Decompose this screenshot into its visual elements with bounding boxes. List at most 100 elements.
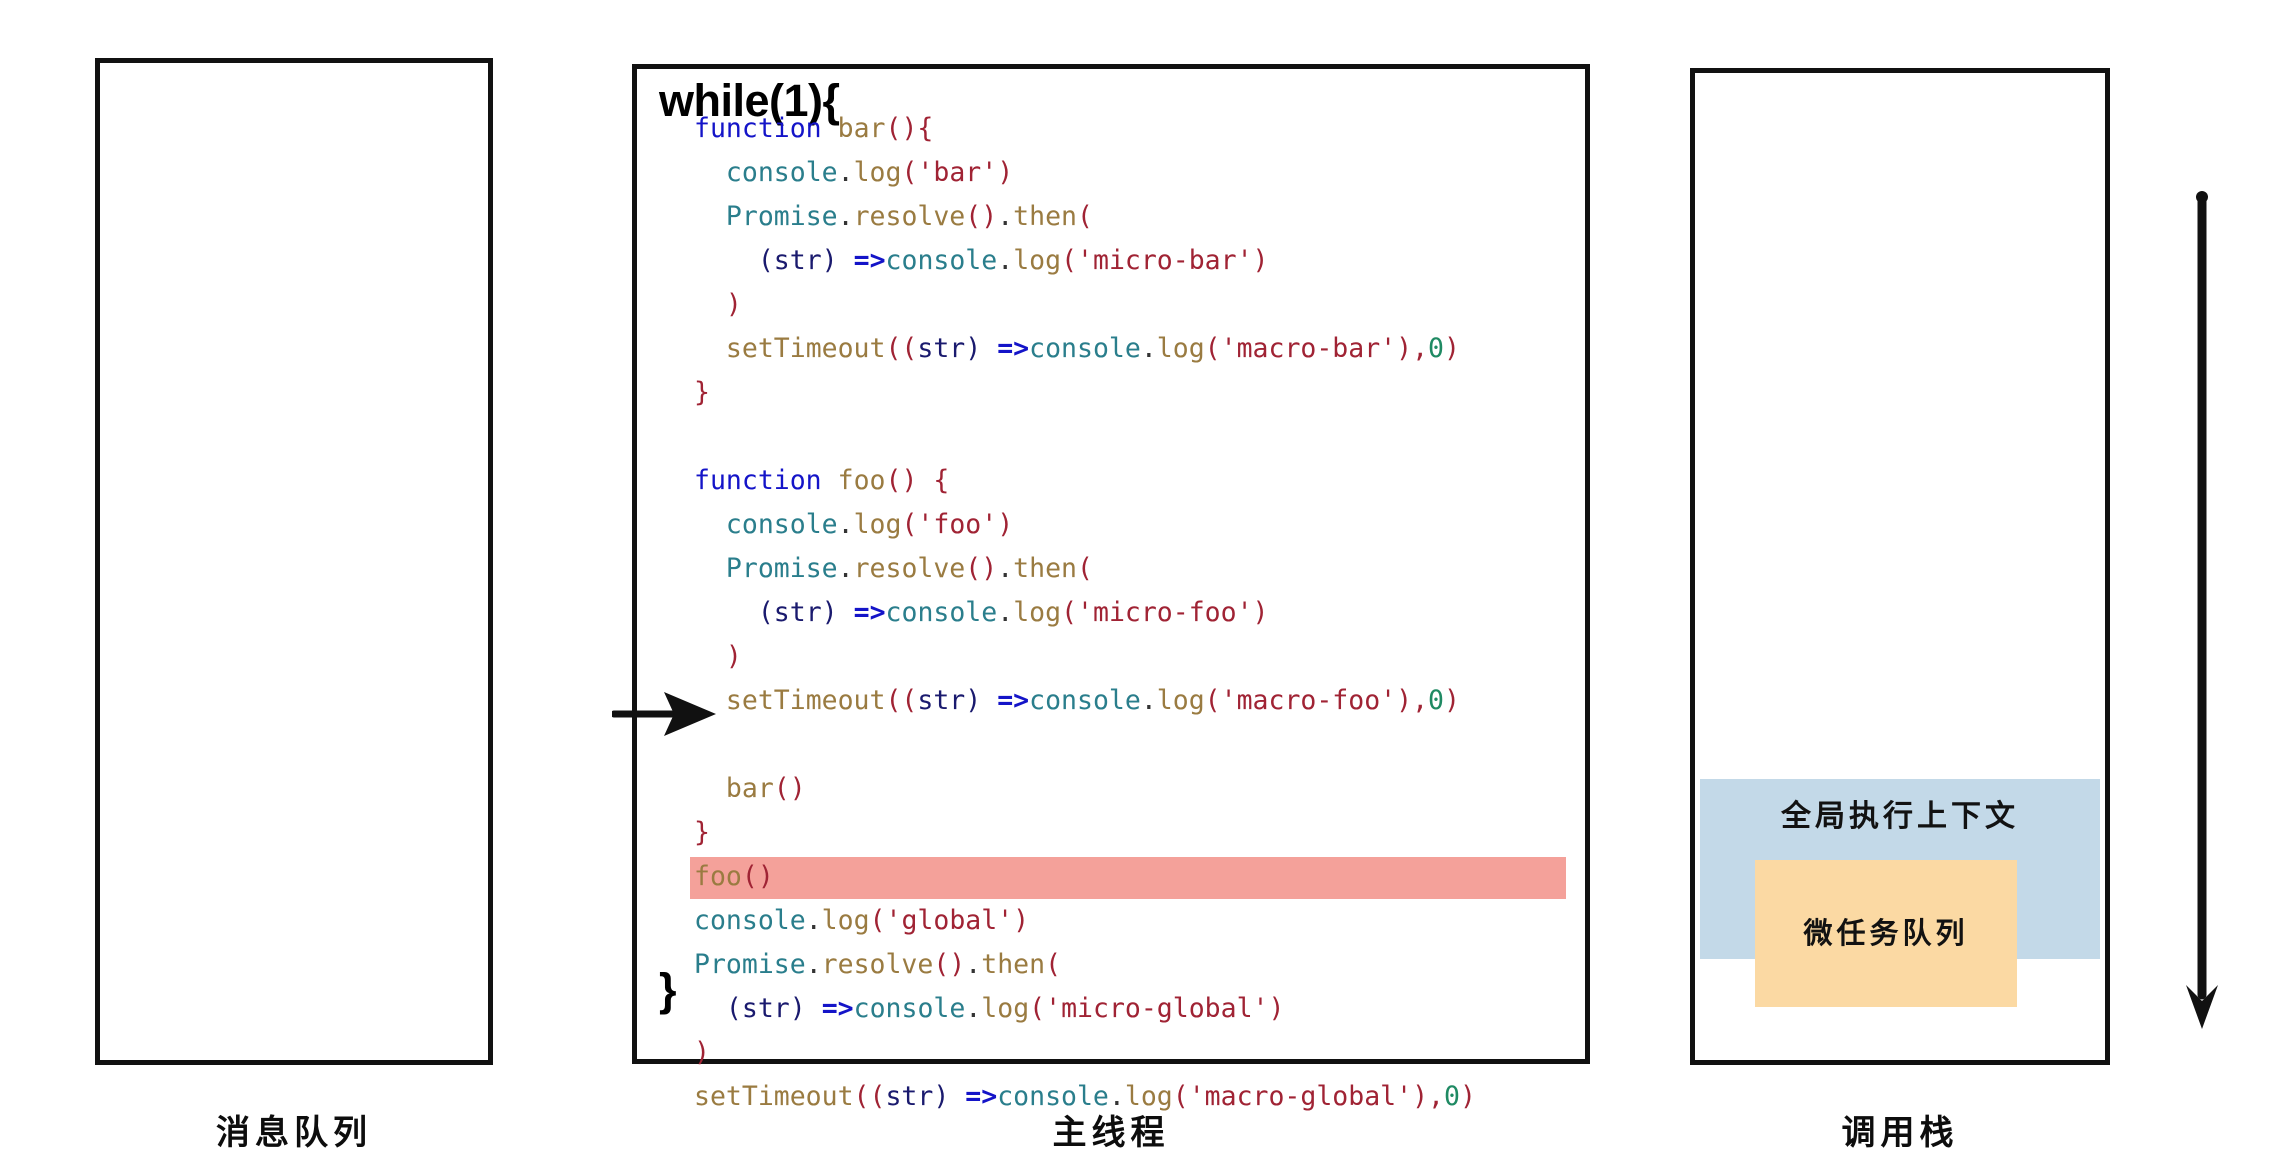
code-token: ( bbox=[1061, 597, 1078, 628]
call-stack-caption: 调用栈 bbox=[1841, 1113, 1959, 1153]
code-token: . bbox=[837, 553, 854, 584]
code-token: log bbox=[853, 157, 902, 188]
code-line: setTimeout((str) =>console.log('macro-ba… bbox=[694, 327, 1594, 371]
code-token: . bbox=[965, 993, 982, 1024]
code-token: ) bbox=[997, 509, 1014, 540]
code-token: log bbox=[1156, 685, 1205, 716]
code-token: 'micro-global' bbox=[1045, 993, 1269, 1024]
code-token: 0 bbox=[1444, 1081, 1460, 1112]
code-token: str bbox=[773, 245, 822, 276]
code-token: function bbox=[694, 113, 822, 144]
code-token: foo bbox=[837, 465, 886, 496]
code-token: bar bbox=[725, 773, 774, 804]
code-token: 'micro-foo' bbox=[1077, 597, 1253, 628]
code-token: ) bbox=[1444, 685, 1460, 716]
code-block: function bar(){ console.log('bar') Promi… bbox=[690, 107, 1594, 1119]
code-token: 'bar' bbox=[917, 157, 998, 188]
code-token: console bbox=[885, 597, 998, 628]
code-token: ), bbox=[1412, 1081, 1444, 1112]
code-token: ) bbox=[965, 333, 982, 364]
code-token: ( bbox=[757, 597, 774, 628]
code-line: Promise.resolve().then( bbox=[694, 195, 1594, 239]
code-line: Promise.resolve().then( bbox=[694, 547, 1594, 591]
code-line: (str) =>console.log('micro-bar') bbox=[694, 239, 1594, 283]
code-token: () bbox=[773, 773, 806, 804]
code-token: ( bbox=[1076, 553, 1093, 584]
code-token: console bbox=[725, 509, 838, 540]
code-token: ( bbox=[901, 509, 918, 540]
code-line: function bar(){ bbox=[694, 107, 1594, 151]
code-token: log bbox=[1013, 245, 1062, 276]
code-token: 'macro-foo' bbox=[1220, 685, 1397, 716]
code-token: setTimeout bbox=[725, 685, 886, 716]
code-token: () bbox=[965, 553, 998, 584]
code-token: ) bbox=[725, 289, 742, 320]
code-token: function bbox=[694, 465, 822, 496]
message-queue-panel bbox=[95, 58, 493, 1065]
code-token: Promise bbox=[694, 949, 806, 980]
code-token: (( bbox=[853, 1081, 886, 1112]
code-token: () { bbox=[885, 465, 950, 496]
code-token: log bbox=[821, 905, 870, 936]
code-token: 0 bbox=[1428, 333, 1445, 364]
code-line: (str) =>console.log('micro-foo') bbox=[694, 591, 1594, 635]
code-token: . bbox=[997, 553, 1014, 584]
microtask-queue-label: 微任务队列 bbox=[1803, 916, 1969, 950]
code-line: setTimeout((str) =>console.log('macro-gl… bbox=[694, 1075, 1594, 1119]
while-loop-footer: } bbox=[659, 964, 677, 1015]
code-token: . bbox=[805, 949, 822, 980]
code-token: ) bbox=[1459, 1081, 1476, 1112]
code-token: (( bbox=[885, 333, 918, 364]
code-token: () bbox=[965, 201, 998, 232]
code-token: () bbox=[741, 861, 774, 892]
code-token: . bbox=[1140, 685, 1157, 716]
code-token: ) bbox=[933, 1081, 950, 1112]
code-token: resolve bbox=[853, 201, 966, 232]
code-token: . bbox=[965, 949, 982, 980]
code-token: console bbox=[997, 1081, 1109, 1112]
code-token: (){ bbox=[885, 113, 934, 144]
code-token: str bbox=[917, 333, 966, 364]
code-token: Promise bbox=[725, 553, 838, 584]
call-stack-panel: 全局执行上下文 微任务队列 bbox=[1690, 68, 2110, 1065]
code-token: ) bbox=[1444, 333, 1460, 364]
main-thread-panel: while(1){ function bar(){ console.log('b… bbox=[632, 64, 2218, 1112]
code-token: ( bbox=[1204, 333, 1221, 364]
code-token: then bbox=[981, 949, 1046, 980]
code-token: 0 bbox=[1428, 685, 1445, 716]
code-line: Promise.resolve().then( bbox=[694, 943, 1594, 987]
code-token: ( bbox=[1076, 201, 1093, 232]
code-token: ) bbox=[1252, 597, 1269, 628]
code-token: ) bbox=[789, 993, 806, 1024]
code-line: setTimeout((str) =>console.log('macro-fo… bbox=[694, 679, 1594, 723]
code-token: 'global' bbox=[885, 905, 1014, 936]
code-token: Promise bbox=[725, 201, 838, 232]
code-token: log bbox=[853, 509, 902, 540]
code-token: resolve bbox=[853, 553, 966, 584]
code-token: . bbox=[837, 509, 854, 540]
microtask-queue-box: 微任务队列 bbox=[1755, 860, 2017, 1007]
code-line: ) bbox=[694, 635, 1594, 679]
code-token: 'macro-global' bbox=[1188, 1081, 1413, 1112]
code-token: . bbox=[997, 245, 1014, 276]
code-token: => bbox=[965, 1081, 998, 1112]
code-token: . bbox=[1108, 1081, 1125, 1112]
code-token: foo bbox=[694, 861, 742, 892]
code-token: => bbox=[853, 597, 886, 628]
code-token: bar bbox=[837, 113, 886, 144]
code-token: => bbox=[853, 245, 886, 276]
global-execution-context-label: 全局执行上下文 bbox=[1781, 799, 2019, 834]
code-token: 'macro-bar' bbox=[1220, 333, 1397, 364]
code-token: then bbox=[1013, 553, 1077, 584]
code-token: setTimeout bbox=[694, 1081, 854, 1112]
code-token: ( bbox=[725, 993, 742, 1024]
code-token: console bbox=[853, 993, 966, 1024]
code-token: ), bbox=[1396, 333, 1429, 364]
code-line: (str) =>console.log('micro-global') bbox=[694, 987, 1594, 1031]
